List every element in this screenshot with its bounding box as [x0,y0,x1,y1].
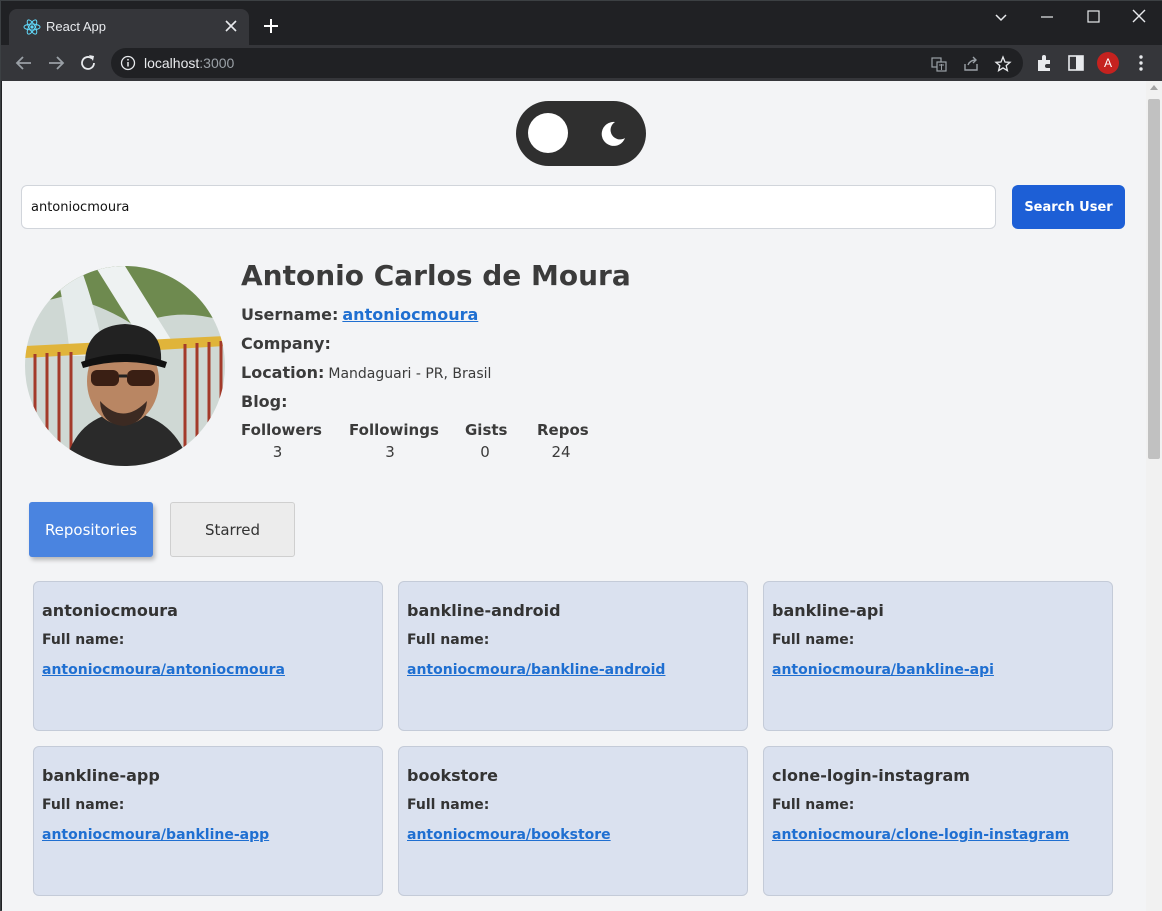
repo-card: bankline-android Full name: antoniocmour… [398,581,748,731]
page-scrollbar[interactable] [1146,81,1162,911]
browser-toolbar: localhost:3000 A [1,45,1162,81]
page-viewport: Search User Antonio Carlos de Moura [2,81,1146,911]
repo-link[interactable]: antoniocmoura/bankline-api [772,662,994,678]
stat-value: 3 [385,443,395,461]
company-label: Company: [241,334,331,353]
back-arrow-icon[interactable] [13,52,35,74]
minimize-icon[interactable] [1035,7,1059,27]
tab-repositories[interactable]: Repositories [29,502,153,557]
tab-starred[interactable]: Starred [170,502,295,557]
user-avatar-photo [25,266,225,466]
username-row: Username: antoniocmoura [241,305,478,324]
stat-label: Gists [465,421,508,439]
bookmark-star-icon[interactable] [994,55,1012,73]
repo-card: clone-login-instagram Full name: antonio… [763,746,1113,896]
search-user-button[interactable]: Search User [1012,185,1125,229]
company-row: Company: [241,334,335,353]
repo-link[interactable]: antoniocmoura/bankline-android [407,662,665,678]
repo-link[interactable]: antoniocmoura/clone-login-instagram [772,827,1069,843]
repo-card: antoniocmoura Full name: antoniocmoura/a… [33,581,383,731]
kebab-menu-icon[interactable] [1131,53,1151,73]
repo-name: bankline-app [42,766,160,785]
stat-value: 24 [551,443,571,461]
username-label: Username: [241,305,339,324]
moon-icon [601,121,625,146]
maximize-icon[interactable] [1081,7,1105,27]
blog-row: Blog: [241,392,292,411]
repo-card: bookstore Full name: antoniocmoura/books… [398,746,748,896]
browser-tab[interactable]: React App [9,9,249,45]
repo-name: antoniocmoura [42,601,178,620]
stat-followings: Followings 3 [349,421,439,461]
repo-full-name-label: Full name: [772,632,855,648]
theme-toggle[interactable] [516,101,646,166]
location-row: Location: Mandaguari - PR, Brasil [241,363,491,382]
blog-label: Blog: [241,392,288,411]
repo-full-name-label: Full name: [407,632,490,648]
toggle-knob [528,113,568,153]
profile-avatar[interactable]: A [1097,52,1119,74]
location-value: Mandaguari - PR, Brasil [328,366,492,382]
forward-arrow-icon[interactable] [45,52,67,74]
tab-search-icon[interactable] [989,7,1013,27]
scrollbar-thumb[interactable] [1148,99,1160,459]
browser-window: React App localhost:3000 A antoniocmoura… [0,0,1162,911]
share-icon[interactable] [962,55,980,73]
reload-icon[interactable] [77,52,99,74]
stat-value: 3 [272,443,283,461]
repo-link[interactable]: antoniocmoura/bookstore [407,827,611,843]
tab-title: React App [46,19,106,34]
stat-repos: Repos 24 [537,421,589,461]
repo-full-name-label: Full name: [407,797,490,813]
stat-gists: Gists 0 [465,421,508,461]
url-port: :3000 [199,55,235,71]
repo-name: bankline-api [772,601,884,620]
new-tab-icon[interactable] [261,16,281,36]
repo-full-name-label: Full name: [42,632,125,648]
repo-card: bankline-api Full name: antoniocmoura/ba… [763,581,1113,731]
stat-label: Repos [537,421,589,439]
repo-link[interactable]: antoniocmoura/antoniocmoura [42,662,285,678]
extensions-icon[interactable] [1034,53,1054,73]
repo-name: bankline-android [407,601,561,620]
translate-icon[interactable] [930,55,948,73]
react-logo-icon [23,19,41,35]
search-input[interactable] [21,185,996,229]
address-bar[interactable]: localhost:3000 [111,48,1023,78]
username-link[interactable]: antoniocmoura [342,305,478,324]
repo-full-name-label: Full name: [772,797,855,813]
location-label: Location: [241,363,325,382]
scroll-up-arrow-icon[interactable] [1150,85,1158,90]
stat-value: 0 [480,443,490,461]
url-host: localhost [144,55,200,71]
stat-label: Followings [349,421,439,439]
close-tab-icon[interactable] [223,18,239,34]
url-text: localhost:3000 [144,55,234,71]
close-window-icon[interactable] [1127,7,1151,27]
profile-full-name: Antonio Carlos de Moura [241,259,631,292]
repo-name: clone-login-instagram [772,766,970,785]
repo-link[interactable]: antoniocmoura/bankline-app [42,827,269,843]
side-panel-icon[interactable] [1066,53,1086,73]
repo-name: bookstore [407,766,498,785]
repo-full-name-label: Full name: [42,797,125,813]
stat-followers: Followers 3 [241,421,322,461]
site-info-icon[interactable] [120,55,136,71]
repo-card: bankline-app Full name: antoniocmoura/ba… [33,746,383,896]
stat-label: Followers [241,421,322,439]
tab-strip: React App [1,1,1162,45]
